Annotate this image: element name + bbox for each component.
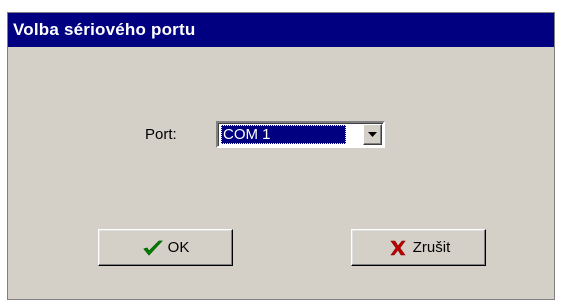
dialog-title-bar: Volba sériového portu — [8, 13, 554, 47]
chevron-down-icon — [368, 132, 377, 137]
dialog-title: Volba sériového portu — [13, 20, 196, 39]
dropdown-arrow-button[interactable] — [363, 124, 382, 145]
cancel-button[interactable]: Zrušit — [351, 229, 486, 266]
port-select-value[interactable]: COM 1 — [221, 125, 346, 144]
checkmark-icon — [142, 238, 164, 258]
port-label: Port: — [145, 126, 177, 143]
cancel-button-label: Zrušit — [412, 239, 451, 256]
ok-button[interactable]: OK — [98, 229, 233, 266]
serial-port-dialog: Volba sériového portu Port: COM 1 OK Zru… — [7, 12, 555, 300]
port-select[interactable]: COM 1 — [216, 121, 385, 148]
ok-button-label: OK — [167, 239, 190, 256]
x-icon — [387, 238, 409, 258]
